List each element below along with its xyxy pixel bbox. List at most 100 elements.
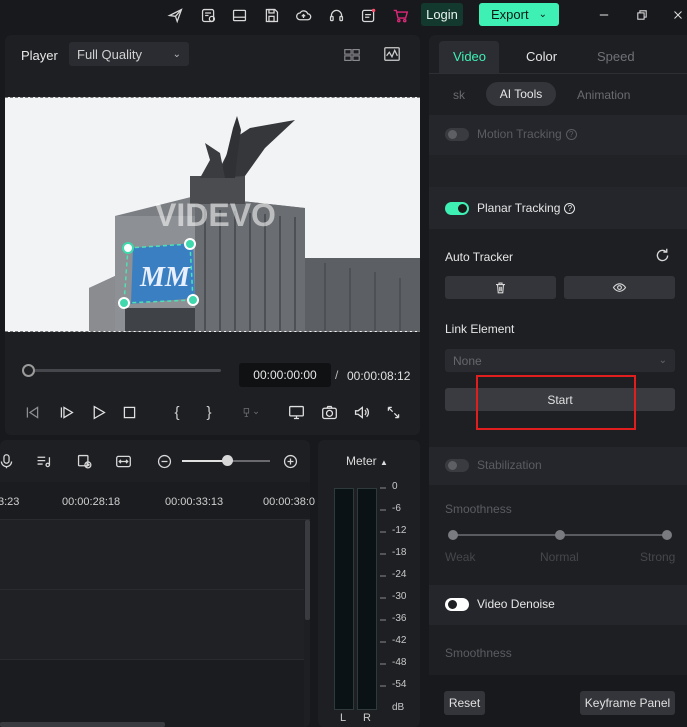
tracking-handle-top-left[interactable] xyxy=(122,242,134,254)
smoothness-slider-handle[interactable] xyxy=(555,530,565,540)
delete-tracker-button[interactable] xyxy=(445,276,556,299)
meter-title-text: Meter xyxy=(346,454,377,468)
video-preview[interactable]: VIDEVO MM xyxy=(5,97,420,332)
chevron-down-icon: ⌄ xyxy=(658,355,667,366)
motion-tracking-toggle[interactable] xyxy=(445,128,469,141)
meter-title[interactable]: Meter ▲ xyxy=(346,454,388,468)
meter-tick: -42 xyxy=(392,635,407,646)
meter-left-label: L xyxy=(340,712,347,724)
stabilization-label: Stabilization xyxy=(477,458,542,472)
horizontal-scrollbar[interactable] xyxy=(0,722,165,727)
planar-tracking-toggle[interactable] xyxy=(445,202,469,215)
previous-frame-icon[interactable] xyxy=(21,401,43,423)
trash-icon xyxy=(496,282,505,294)
fullscreen-icon[interactable] xyxy=(382,401,404,423)
vertical-scrollbar[interactable] xyxy=(305,520,310,620)
meter-tick: -48 xyxy=(392,657,407,668)
notification-icon[interactable] xyxy=(358,5,378,25)
crop-icon[interactable] xyxy=(231,401,271,423)
login-button[interactable]: Login xyxy=(421,3,463,26)
preview-tracker-button[interactable] xyxy=(564,276,675,299)
zoom-slider-handle[interactable] xyxy=(222,455,233,466)
waveform-icon[interactable] xyxy=(382,45,402,66)
export-button[interactable]: Export ⌄ xyxy=(479,3,559,26)
subtab-animation[interactable]: Animation xyxy=(577,88,630,102)
tab-video[interactable]: Video xyxy=(453,49,486,64)
display-icon[interactable] xyxy=(285,401,307,423)
eye-icon xyxy=(612,283,627,292)
video-denoise-toggle[interactable] xyxy=(445,598,469,611)
top-bar: Login Export ⌄ xyxy=(0,0,687,30)
track-row[interactable] xyxy=(0,590,304,660)
zoom-in-icon[interactable] xyxy=(280,451,300,471)
export-label: Export xyxy=(491,7,529,22)
keyframe-panel-button[interactable]: Keyframe Panel xyxy=(580,691,675,715)
headset-icon[interactable] xyxy=(326,5,346,25)
close-icon[interactable] xyxy=(668,5,687,25)
motion-tracking-label: Motion Tracking? xyxy=(477,127,577,141)
meter-tick: 0 xyxy=(392,481,398,492)
play-slow-icon[interactable] xyxy=(55,401,77,423)
zoom-out-icon[interactable] xyxy=(154,451,174,471)
playback-scrubber[interactable] xyxy=(25,369,221,372)
link-element-dropdown[interactable]: None ⌄ xyxy=(445,349,675,372)
meter-scale xyxy=(380,487,386,687)
music-list-icon[interactable] xyxy=(33,451,53,471)
chevron-down-icon: ⌄ xyxy=(172,48,181,60)
tracking-handle-top-right[interactable] xyxy=(184,238,196,250)
refresh-icon[interactable] xyxy=(654,247,671,267)
cart-icon[interactable] xyxy=(390,5,410,25)
tab-speed[interactable]: Speed xyxy=(597,49,635,64)
properties-panel: Video Color Speed sk AI Tools Animation … xyxy=(429,35,687,727)
scrubber-handle[interactable] xyxy=(22,364,35,377)
ruler-label: 00:00:28:18 xyxy=(62,496,121,508)
grid-view-icon[interactable] xyxy=(342,46,362,67)
timeline-ruler[interactable]: 3:23 00:00:28:18 00:00:33:13 00:00:38:0 xyxy=(0,482,315,520)
slider-stop-weak[interactable] xyxy=(448,530,458,540)
meter-tick: dB xyxy=(392,702,405,713)
tracking-handle-bottom-left[interactable] xyxy=(118,297,130,309)
mark-in-icon[interactable]: { xyxy=(166,401,188,423)
subtab-bar: sk AI Tools Animation xyxy=(429,79,687,111)
mark-out-icon[interactable]: } xyxy=(198,401,220,423)
auto-tracker-label: Auto Tracker xyxy=(445,250,514,264)
restore-icon[interactable] xyxy=(632,5,652,25)
slider-label-strong: Strong xyxy=(640,550,676,564)
tracking-handle-bottom-right[interactable] xyxy=(187,294,199,306)
fit-timeline-icon[interactable] xyxy=(113,451,133,471)
meter-right-label: R xyxy=(363,712,371,724)
editor-window: Login Export ⌄ Player Full Quality ⌄ VID… xyxy=(0,0,687,727)
watermark-text: VIDEVO xyxy=(155,197,276,233)
meter-tick: -24 xyxy=(392,569,407,580)
ruler-label: 00:00:33:13 xyxy=(165,496,224,508)
meter-bar-left xyxy=(334,488,354,710)
video-denoise-row: Video Denoise xyxy=(429,585,687,625)
send-icon[interactable] xyxy=(165,5,185,25)
stabilization-toggle[interactable] xyxy=(445,459,469,472)
volume-icon[interactable] xyxy=(350,401,372,423)
zoom-slider-fill xyxy=(182,460,227,462)
play-icon[interactable] xyxy=(87,401,109,423)
subtab-mask[interactable]: sk xyxy=(453,88,465,102)
subtab-ai-tools[interactable]: AI Tools xyxy=(486,82,556,106)
reset-button[interactable]: Reset xyxy=(444,691,485,715)
save-icon[interactable] xyxy=(261,5,281,25)
player-panel: Player Full Quality ⌄ VIDEVO MM 00:00:00… xyxy=(5,35,420,435)
media-settings-icon[interactable] xyxy=(198,5,218,25)
minimize-icon[interactable] xyxy=(594,5,614,25)
timeline-panel: 3:23 00:00:28:18 00:00:33:13 00:00:38:0 xyxy=(0,440,315,727)
layout-icon[interactable] xyxy=(229,5,249,25)
camera-icon[interactable] xyxy=(318,401,340,423)
timeline-tracks[interactable] xyxy=(0,520,304,727)
slider-stop-strong[interactable] xyxy=(662,530,672,540)
cloud-upload-icon[interactable] xyxy=(293,5,313,25)
meter-tick: -36 xyxy=(392,613,407,624)
microphone-icon[interactable] xyxy=(0,451,16,471)
preview-render-icon[interactable] xyxy=(74,451,94,471)
quality-dropdown[interactable]: Full Quality ⌄ xyxy=(69,42,189,66)
tab-color[interactable]: Color xyxy=(526,49,557,64)
track-row[interactable] xyxy=(0,520,304,590)
stop-icon[interactable] xyxy=(118,401,140,423)
total-time: 00:00:08:12 xyxy=(347,369,411,383)
panel-footer: Reset Keyframe Panel xyxy=(429,675,687,727)
